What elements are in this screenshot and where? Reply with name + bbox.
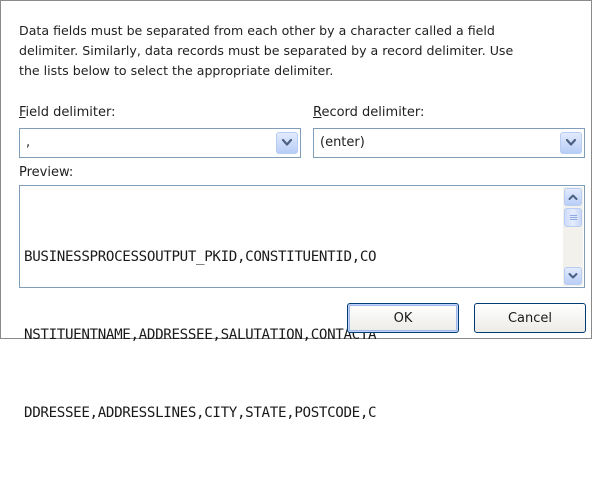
field-delimiter-label-text: ield delimiter:	[25, 105, 116, 120]
preview-scrollbar[interactable]	[563, 187, 583, 286]
ok-button[interactable]: OK	[347, 303, 459, 333]
record-delimiter-value: (enter)	[320, 135, 365, 150]
preview-line: BUSINESSPROCESSOUTPUT_PKID,CONSTITUENTID…	[24, 249, 377, 265]
instructions-line: the lists below to select the appropriat…	[19, 63, 334, 78]
arrow-up-icon[interactable]	[564, 188, 582, 206]
chevron-down-icon[interactable]	[560, 132, 582, 154]
preview-label: Preview:	[19, 165, 74, 180]
record-delimiter-combo[interactable]: (enter)	[313, 128, 585, 158]
preview-line: NSTITUENTNAME,ADDRESSEE,SALUTATION,CONTA…	[24, 327, 377, 343]
preview-box[interactable]: BUSINESSPROCESSOUTPUT_PKID,CONSTITUENTID…	[19, 185, 585, 421]
preview-lines: BUSINESSPROCESSOUTPUT_PKID,CONSTITUENTID…	[24, 192, 377, 478]
arrow-down-icon[interactable]	[564, 267, 582, 285]
instructions-text: Data fields must be separated from each …	[19, 21, 591, 81]
record-delimiter-label: Record delimiter:	[313, 105, 424, 120]
cancel-button[interactable]: Cancel	[474, 303, 586, 333]
field-delimiter-combo[interactable]: ,	[19, 128, 301, 158]
scroll-thumb[interactable]	[564, 208, 582, 227]
field-delimiter-label: Field delimiter:	[19, 105, 116, 120]
delimiter-dialog: Data fields must be separated from each …	[0, 0, 592, 421]
instructions-line: delimiter. Similarly, data records must …	[19, 43, 514, 58]
instructions-line: Data fields must be separated from each …	[19, 23, 495, 38]
chevron-down-icon[interactable]	[276, 132, 298, 154]
record-delimiter-label-text: ecord delimiter:	[321, 105, 425, 120]
preview-line: DDRESSEE,ADDRESSLINES,CITY,STATE,POSTCOD…	[24, 405, 377, 421]
field-delimiter-value: ,	[26, 135, 31, 150]
